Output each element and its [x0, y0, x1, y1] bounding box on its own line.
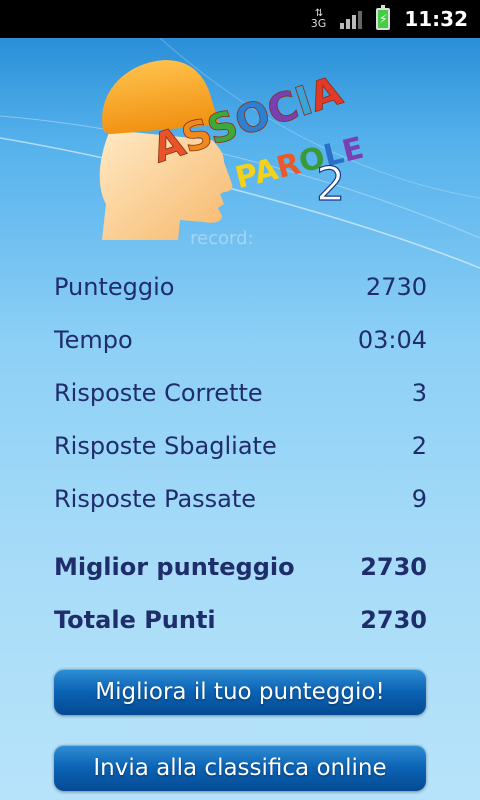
stat-row-total-points: Totale Punti 2730: [54, 593, 427, 646]
stat-value: 3: [411, 378, 427, 407]
stat-row-score: Punteggio 2730: [54, 260, 427, 313]
stat-label: Risposte Sbagliate: [54, 431, 277, 460]
stat-row-time: Tempo 03:04: [54, 313, 427, 366]
stat-row-wrong: Risposte Sbagliate 2: [54, 419, 427, 472]
stat-row-correct: Risposte Corrette 3: [54, 366, 427, 419]
record-ghost-text: record:: [190, 228, 254, 249]
logo-number: 2: [316, 157, 345, 211]
total-value: 2730: [360, 552, 427, 581]
total-value: 2730: [360, 605, 427, 634]
stat-label: Risposte Passate: [54, 484, 257, 513]
total-label: Totale Punti: [54, 605, 216, 634]
stat-row-passed: Risposte Passate 9: [54, 472, 427, 525]
stat-label: Tempo: [54, 325, 133, 354]
total-label: Miglior punteggio: [54, 552, 295, 581]
stat-value: 2: [411, 431, 427, 460]
network-type: 3G: [310, 17, 327, 30]
submit-leaderboard-button[interactable]: Invia alla classifica online: [54, 745, 426, 791]
improve-score-button[interactable]: Migliora il tuo punteggio!: [54, 669, 426, 715]
clock: 11:32: [404, 7, 468, 31]
stat-value: 2730: [365, 272, 427, 301]
stats-table: Punteggio 2730 Tempo 03:04 Risposte Corr…: [54, 260, 427, 646]
stat-value: 03:04: [357, 325, 427, 354]
battery-charging-icon: ⚡: [376, 5, 391, 30]
stats-spacer: [54, 525, 427, 540]
stat-row-best-score: Miglior punteggio 2730: [54, 540, 427, 593]
stat-label: Risposte Corrette: [54, 378, 263, 407]
network-indicator: ⇅ 3G: [310, 9, 327, 30]
stat-value: 9: [411, 484, 427, 513]
results-screen: ASSOCIA PAROLE 2 record: Punteggio 2730 …: [0, 38, 480, 800]
status-bar: ⇅ 3G ⚡ 11:32: [0, 0, 480, 38]
app-logo: ASSOCIA PAROLE 2: [99, 60, 367, 240]
stat-label: Punteggio: [54, 272, 175, 301]
signal-strength-icon: [340, 9, 363, 29]
